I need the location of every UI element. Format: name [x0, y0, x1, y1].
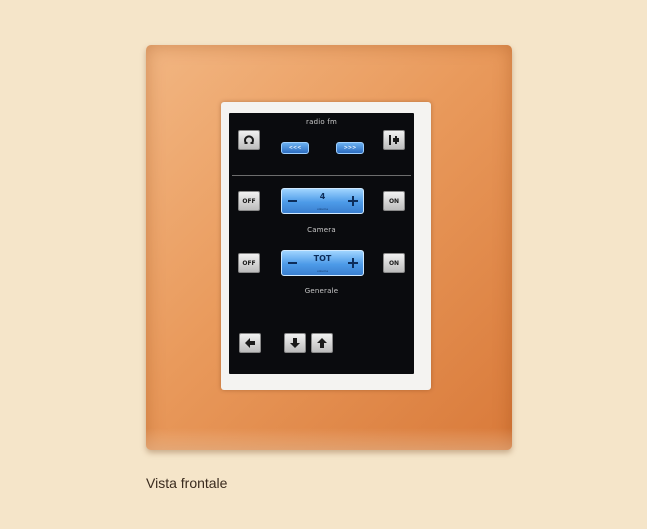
power-cycle-button[interactable]	[238, 130, 260, 150]
loop-icon	[244, 135, 254, 144]
touch-screen: radio fm <<< >>> OFF 4 volume ON Camera …	[229, 113, 414, 374]
general-off-button[interactable]: OFF	[238, 253, 260, 273]
general-on-button[interactable]: ON	[383, 253, 405, 273]
image-caption: Vista frontale	[146, 475, 228, 491]
prev-station-button[interactable]: <<<	[281, 142, 309, 154]
camera-volume-slider[interactable]: 4 volume	[281, 188, 364, 214]
up-arrow-button[interactable]	[311, 333, 333, 353]
left-arrow-button[interactable]	[239, 333, 261, 353]
arrow-left-icon	[245, 338, 255, 348]
next-station-button[interactable]: >>>	[336, 142, 364, 154]
down-arrow-button[interactable]	[284, 333, 306, 353]
camera-on-button[interactable]: ON	[383, 191, 405, 211]
speaker-icon	[389, 135, 399, 145]
arrow-down-icon	[290, 338, 300, 348]
arrow-up-icon	[317, 338, 327, 348]
general-volume-slider[interactable]: TOT volume	[281, 250, 364, 276]
camera-off-button[interactable]: OFF	[238, 191, 260, 211]
section-label-camera: Camera	[307, 226, 336, 234]
slider-sublabel: volume	[316, 207, 329, 211]
screen-divider	[232, 175, 411, 176]
device-frame: radio fm <<< >>> OFF 4 volume ON Camera …	[146, 45, 512, 450]
frame-shine	[146, 428, 512, 450]
screen-header-label: radio fm	[306, 118, 337, 126]
section-label-general: Generale	[304, 287, 339, 295]
display-bezel: radio fm <<< >>> OFF 4 volume ON Camera …	[221, 102, 431, 390]
source-button[interactable]	[383, 130, 405, 150]
slider-sublabel: volume	[316, 269, 329, 273]
